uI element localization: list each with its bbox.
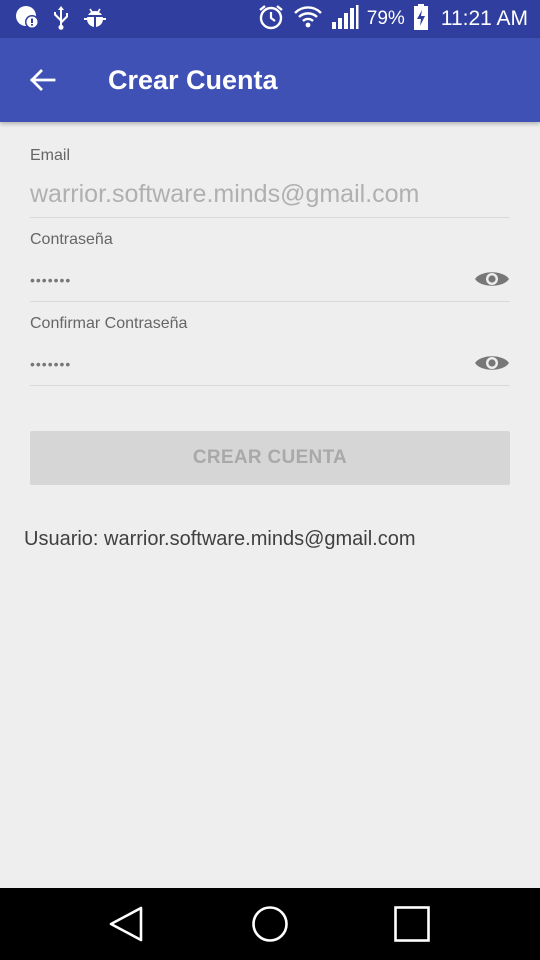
usb-icon — [52, 4, 70, 35]
password-visibility-toggle[interactable] — [474, 267, 510, 291]
nav-back-button[interactable] — [106, 904, 146, 944]
nav-home-button[interactable] — [250, 904, 290, 944]
password-label: Contraseña — [30, 231, 113, 248]
password-input[interactable]: ••••••• — [30, 272, 71, 288]
status-bar: 79% 11:21 AM — [0, 0, 540, 38]
confirm-password-visibility-toggle[interactable] — [474, 351, 510, 375]
email-label: Email — [30, 147, 71, 164]
user-info-text: Usuario: warrior.software.minds@gmail.co… — [24, 528, 416, 550]
android-debug-icon — [82, 4, 108, 35]
confirm-password-field[interactable]: Confirmar Contraseña ••••••• — [30, 314, 510, 386]
back-triangle-icon — [109, 906, 143, 942]
alarm-icon — [257, 3, 285, 36]
create-account-button[interactable]: CREAR CUENTA — [30, 431, 510, 485]
email-input[interactable]: warrior.software.minds@gmail.com — [30, 180, 419, 209]
nav-bar — [0, 888, 540, 960]
status-clock: 11:21 AM — [440, 7, 528, 30]
signal-icon — [331, 4, 359, 35]
eye-icon — [475, 356, 509, 370]
status-right: 79% 11:21 AM — [257, 3, 528, 36]
battery-charging-icon — [413, 3, 429, 36]
email-underline — [30, 217, 510, 218]
recents-square-icon — [394, 906, 430, 942]
confirm-password-input[interactable]: ••••••• — [30, 356, 71, 372]
page-title: Crear Cuenta — [108, 65, 278, 95]
battery-percent: 79% — [366, 8, 405, 29]
back-button[interactable] — [24, 64, 60, 96]
password-field[interactable]: Contraseña ••••••• — [30, 230, 510, 302]
app-bar: Crear Cuenta — [0, 38, 540, 122]
password-underline — [30, 301, 510, 302]
confirm-password-underline — [30, 385, 510, 386]
wifi-icon — [293, 5, 323, 34]
arrow-back-icon — [30, 69, 56, 91]
confirm-password-label: Confirmar Contraseña — [30, 315, 188, 332]
home-circle-icon — [252, 906, 288, 942]
eye-icon — [475, 272, 509, 286]
status-left-icons — [14, 5, 108, 33]
nav-recents-button[interactable] — [392, 904, 432, 944]
email-field[interactable]: Email warrior.software.minds@gmail.com — [30, 146, 510, 218]
chat-alert-icon — [14, 4, 40, 35]
